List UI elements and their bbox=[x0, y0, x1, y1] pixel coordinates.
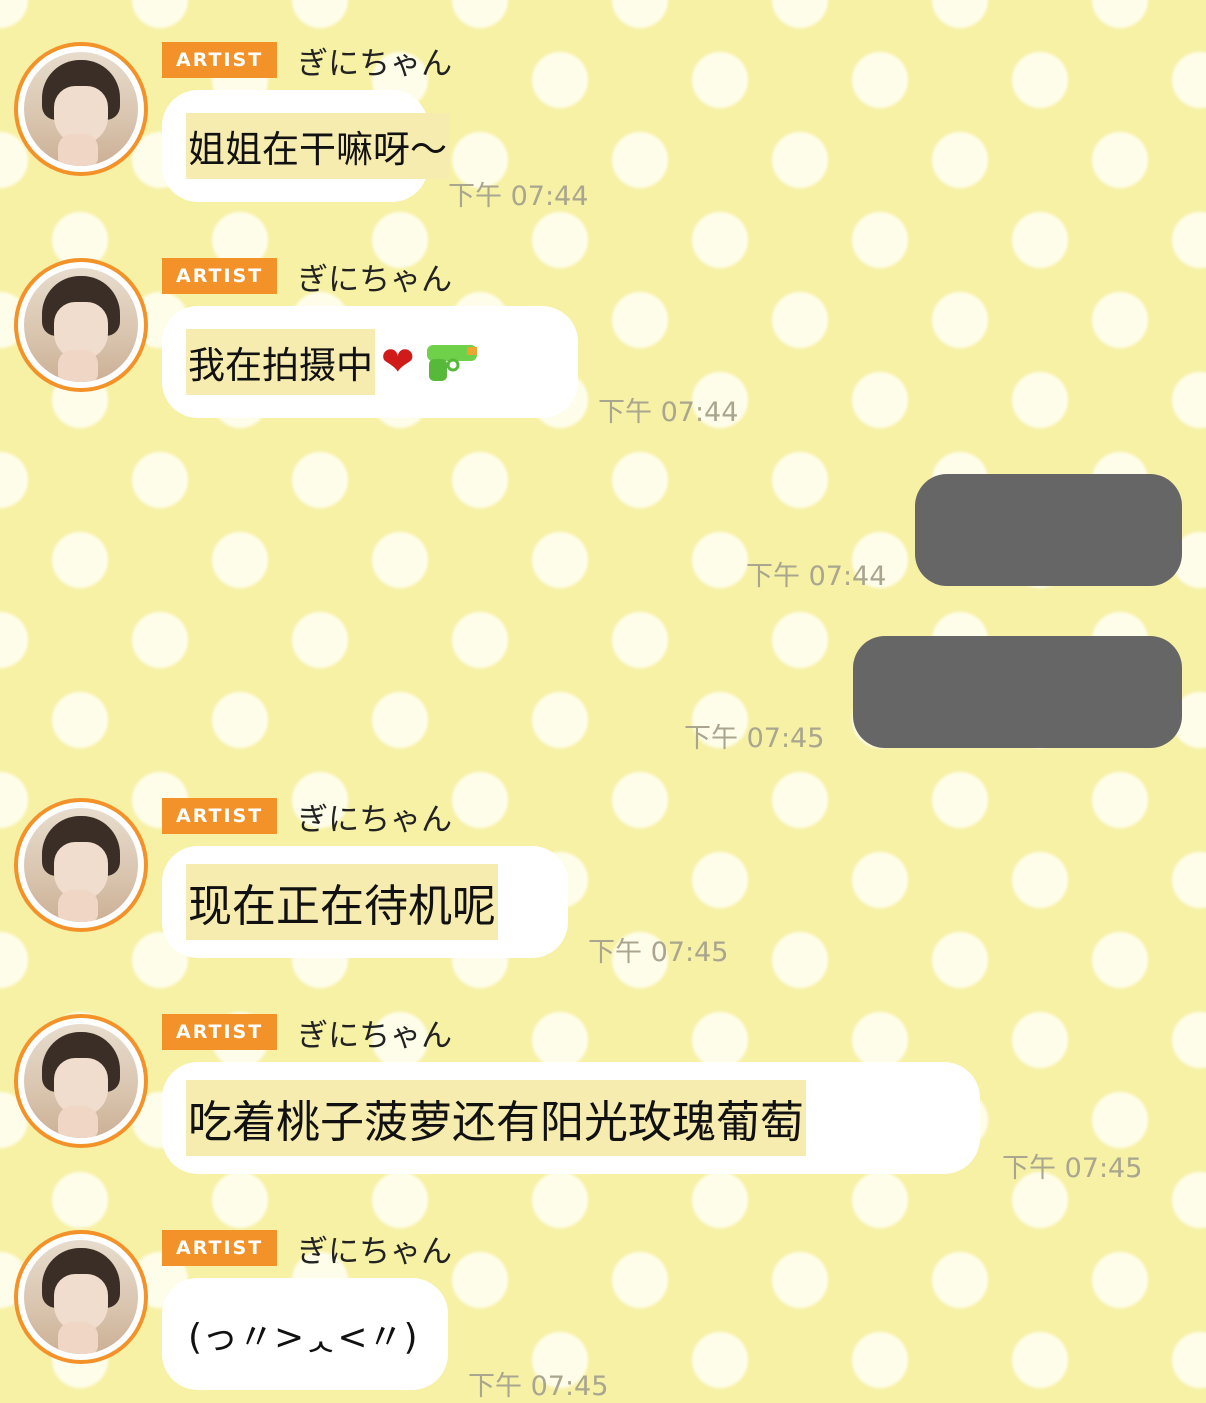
message-text: 现在正在待机呢 bbox=[186, 864, 498, 940]
artist-badge: ARTIST bbox=[162, 1014, 278, 1050]
message-time: 下午 07:44 bbox=[448, 181, 589, 212]
artist-badge: ARTIST bbox=[162, 258, 278, 294]
message-time: 下午 07:45 bbox=[684, 723, 825, 754]
message-text: 吃着桃子菠萝还有阳光玫瑰葡萄 bbox=[186, 1080, 806, 1156]
message-bubble[interactable]: 现在正在待机呢 bbox=[162, 846, 568, 958]
artist-badge: ARTIST bbox=[162, 1230, 278, 1266]
message-time: 下午 07:44 bbox=[598, 397, 739, 428]
avatar[interactable] bbox=[14, 1014, 148, 1148]
avatar[interactable] bbox=[14, 258, 148, 392]
water-pistol-icon bbox=[423, 337, 481, 387]
message-time: 下午 07:45 bbox=[588, 937, 729, 968]
heart-icon: ❤ bbox=[381, 339, 415, 385]
message-bubble[interactable]: 我在拍摄中 ❤ bbox=[162, 306, 578, 418]
message-time: 下午 07:45 bbox=[1002, 1153, 1143, 1184]
sender-name[interactable]: ぎにちゃん bbox=[297, 1010, 452, 1055]
message-text: 我在拍摄中 bbox=[186, 329, 375, 395]
avatar[interactable] bbox=[14, 1230, 148, 1364]
sender-name[interactable]: ぎにちゃん bbox=[297, 38, 452, 83]
sender-header: ARTIST ぎにちゃん bbox=[162, 798, 452, 838]
message-time: 下午 07:45 bbox=[468, 1371, 609, 1402]
artist-badge: ARTIST bbox=[162, 798, 278, 834]
redacted-message-bubble[interactable] bbox=[853, 636, 1182, 748]
message-bubble[interactable]: (っ〃>ᆺ<〃) bbox=[162, 1278, 448, 1390]
message-time: 下午 07:44 bbox=[746, 561, 887, 592]
message-bubble[interactable]: 吃着桃子菠萝还有阳光玫瑰葡萄 bbox=[162, 1062, 980, 1174]
artist-badge: ARTIST bbox=[162, 42, 278, 78]
message-bubble[interactable]: 姐姐在干嘛呀〜 bbox=[162, 90, 449, 202]
sender-name[interactable]: ぎにちゃん bbox=[297, 254, 452, 299]
avatar[interactable] bbox=[14, 798, 148, 932]
message-text: 姐姐在干嘛呀〜 bbox=[186, 113, 449, 179]
sender-name[interactable]: ぎにちゃん bbox=[297, 1226, 452, 1271]
sender-header: ARTIST ぎにちゃん bbox=[162, 42, 452, 82]
redacted-message-bubble[interactable] bbox=[915, 474, 1182, 586]
sender-header: ARTIST ぎにちゃん bbox=[162, 1230, 452, 1270]
avatar[interactable] bbox=[14, 42, 148, 176]
sender-name[interactable]: ぎにちゃん bbox=[297, 794, 452, 839]
message-text: (っ〃>ᆺ<〃) bbox=[188, 1317, 418, 1358]
sender-header: ARTIST ぎにちゃん bbox=[162, 258, 452, 298]
sender-header: ARTIST ぎにちゃん bbox=[162, 1014, 452, 1054]
